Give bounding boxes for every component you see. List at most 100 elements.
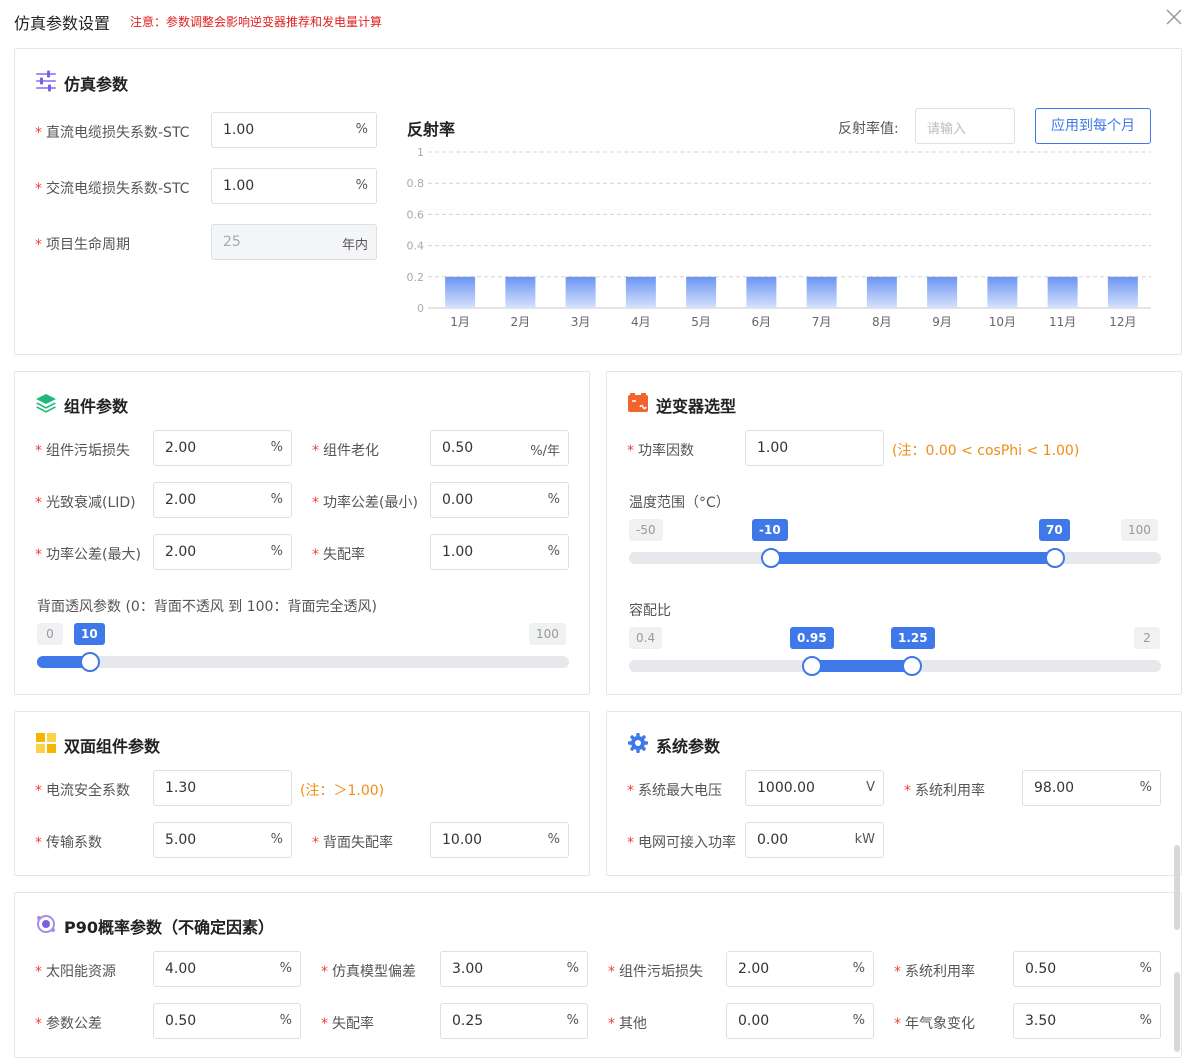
chart-bar	[505, 276, 536, 308]
temp-high-chip: 70	[1039, 519, 1070, 541]
p90-weather-variation-input[interactable]: 3.50%	[1013, 1003, 1161, 1039]
temp-slider-fill	[771, 552, 1055, 564]
lid-input[interactable]: 2.00%	[153, 482, 292, 518]
max-voltage-label: * 系统最大电压	[627, 783, 722, 799]
module-soiling-input[interactable]: 2.00%	[153, 430, 292, 466]
p90-model-deviation-input[interactable]: 3.00%	[440, 951, 588, 987]
power-tolerance-max-input[interactable]: 2.00%	[153, 534, 292, 570]
current-safety-input[interactable]: 1.30	[153, 770, 292, 806]
chart-ytick-label: 0.4	[407, 240, 425, 253]
dialog-title: 仿真参数设置	[14, 14, 111, 33]
temp-slider-high-handle[interactable]	[1045, 548, 1065, 568]
project-lifetime-input: 25 年内	[211, 224, 377, 260]
p90-utilization-label: * 系统利用率	[894, 964, 975, 980]
inverter-icon	[627, 392, 649, 414]
power-factor-note: (注：0.00 < cosPhi < 1.00)	[892, 443, 1080, 459]
system-title: 系统参数	[656, 737, 721, 756]
ratio-slider-fill	[812, 660, 912, 672]
grid-power-input[interactable]: 0.00 kW	[745, 822, 884, 858]
ac-cable-loss-input[interactable]: 1.00%	[211, 168, 377, 204]
rear-ventilation-label: 背面透风参数 (0：背面不透风 到 100：背面完全透风)	[37, 599, 377, 615]
ratio-min-chip: 0.4	[629, 627, 663, 649]
power-tolerance-min-input[interactable]: 0.00%	[430, 482, 569, 518]
chart-xtick-label: 1月	[450, 315, 470, 329]
chart-bar	[987, 276, 1018, 308]
inverter-title: 逆变器选型	[656, 397, 737, 416]
layers-icon	[35, 392, 57, 414]
probability-icon	[35, 913, 57, 935]
chart-ytick-label: 0	[417, 302, 424, 315]
temp-max-chip: 100	[1121, 519, 1158, 541]
apply-to-each-month-button[interactable]: 应用到每个月	[1035, 108, 1151, 144]
transmission-label: * 传输系数	[35, 835, 102, 851]
vent-min-chip: 0	[37, 623, 63, 645]
chart-xtick-label: 8月	[872, 315, 892, 329]
module-aging-input[interactable]: 0.50 %/年	[430, 430, 569, 466]
dialog-warning: 注意：参数调整会影响逆变器推荐和发电量计算	[130, 15, 383, 29]
chart-xtick-label: 11月	[1049, 315, 1076, 329]
reflectance-value-input[interactable]: 请输入	[915, 108, 1015, 144]
module-soiling-label: * 组件污垢损失	[35, 443, 130, 459]
ac-cable-loss-label: * 交流电缆损失系数-STC	[35, 181, 190, 197]
chart-xtick-label: 3月	[571, 315, 591, 329]
chart-xtick-label: 7月	[812, 315, 832, 329]
project-lifetime-label: * 项目生命周期	[35, 237, 130, 253]
power-factor-input[interactable]: 1.00	[745, 430, 884, 466]
p90-other-input[interactable]: 0.00%	[726, 1003, 874, 1039]
p90-title: P90概率参数（不确定因素）	[64, 918, 274, 937]
dc-ac-ratio-label: 容配比	[629, 603, 671, 619]
chart-ytick-label: 0.2	[407, 271, 425, 284]
chart-xtick-label: 6月	[752, 315, 772, 329]
reflectance-value-label: 反射率值:	[838, 121, 899, 137]
dc-cable-loss-input[interactable]: 1.00%	[211, 112, 377, 148]
p90-mismatch-label: * 失配率	[321, 1016, 374, 1032]
mismatch-input[interactable]: 1.00%	[430, 534, 569, 570]
vent-slider-handle[interactable]	[80, 652, 100, 672]
p90-param-tolerance-input[interactable]: 0.50%	[153, 1003, 301, 1039]
temp-low-chip: -10	[752, 519, 788, 541]
chart-bar	[1107, 276, 1138, 308]
grid-power-label: * 电网可接入功率	[627, 835, 736, 851]
module-params-title: 组件参数	[64, 397, 129, 416]
chart-xtick-label: 12月	[1109, 315, 1136, 329]
temp-range-label: 温度范围（°C）	[629, 495, 730, 511]
bifacial-title: 双面组件参数	[64, 737, 161, 756]
scrollbar-thumb[interactable]	[1174, 845, 1180, 930]
power-tolerance-min-label: * 功率公差(最小)	[312, 495, 418, 511]
chart-bar	[866, 276, 897, 308]
chart-bar	[1047, 276, 1078, 308]
ratio-slider-high-handle[interactable]	[902, 656, 922, 676]
transmission-input[interactable]: 5.00%	[153, 822, 292, 858]
chart-ytick-label: 0.8	[407, 177, 425, 190]
mismatch-label: * 失配率	[312, 547, 365, 563]
chart-xtick-label: 5月	[691, 315, 711, 329]
power-tolerance-max-label: * 功率公差(最大)	[35, 547, 141, 563]
chart-xtick-label: 2月	[511, 315, 531, 329]
ratio-max-chip: 2	[1134, 627, 1160, 649]
close-icon[interactable]	[1163, 6, 1185, 28]
system-utilization-input[interactable]: 98.00%	[1022, 770, 1161, 806]
p90-mismatch-input[interactable]: 0.25%	[440, 1003, 588, 1039]
p90-solar-resource-label: * 太阳能资源	[35, 964, 116, 980]
p90-utilization-input[interactable]: 0.50%	[1013, 951, 1161, 987]
p90-soiling-input[interactable]: 2.00%	[726, 951, 874, 987]
p90-solar-resource-input[interactable]: 4.00%	[153, 951, 301, 987]
module-aging-label: * 组件老化	[312, 443, 379, 459]
power-factor-label: * 功率因数	[627, 443, 694, 459]
p90-model-deviation-label: * 仿真模型偏差	[321, 964, 416, 980]
chart-bar	[806, 276, 837, 308]
vent-slider-track[interactable]	[37, 656, 569, 668]
gear-icon	[627, 732, 649, 754]
chart-ytick-label: 0.6	[407, 208, 425, 221]
rear-mismatch-input[interactable]: 10.00%	[430, 822, 569, 858]
chart-bar	[746, 276, 777, 308]
sim-params-title: 仿真参数	[64, 75, 129, 94]
max-voltage-input[interactable]: 1000.00 V	[745, 770, 884, 806]
ratio-slider-low-handle[interactable]	[802, 656, 822, 676]
chart-ytick-label: 1	[417, 146, 424, 159]
scrollbar-thumb-lower[interactable]	[1174, 972, 1180, 1052]
p90-soiling-label: * 组件污垢损失	[608, 964, 703, 980]
temp-slider-low-handle[interactable]	[761, 548, 781, 568]
chart-bar	[927, 276, 958, 308]
ratio-low-chip: 0.95	[790, 627, 834, 649]
